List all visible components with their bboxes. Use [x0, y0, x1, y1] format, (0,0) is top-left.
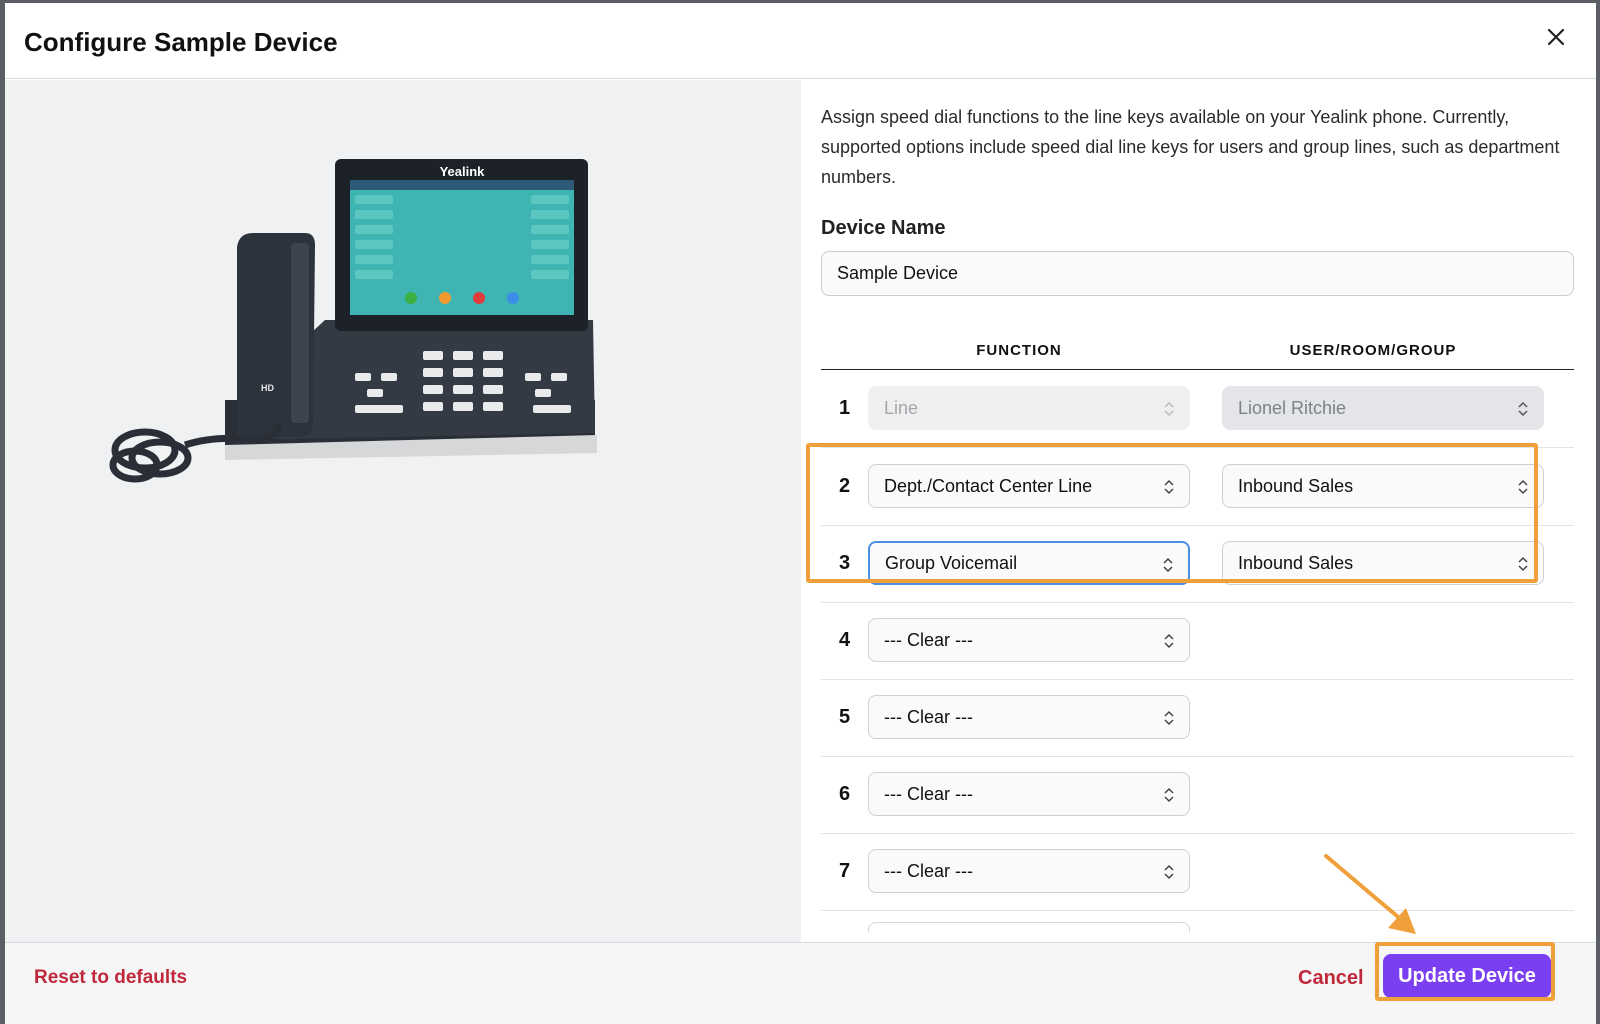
function-select-partial[interactable] — [868, 922, 1190, 932]
chevron-updown-icon — [1164, 401, 1174, 417]
line-key-row: 1 Line Lionel Ritchie — [821, 370, 1574, 448]
user-select-value: Inbound Sales — [1238, 552, 1354, 573]
user-select: Lionel Ritchie — [1222, 386, 1544, 430]
chevron-updown-icon — [1518, 401, 1528, 417]
user-select[interactable]: Inbound Sales — [1222, 541, 1544, 585]
cancel-button[interactable]: Cancel — [1298, 967, 1364, 990]
chevron-updown-icon — [1164, 787, 1174, 803]
function-select-value: --- Clear --- — [884, 706, 973, 727]
function-select[interactable]: --- Clear --- — [868, 618, 1190, 662]
line-key-number: 4 — [839, 629, 851, 651]
desk-phone-image: Yealink HD — [109, 159, 597, 483]
update-device-button[interactable]: Update Device — [1383, 954, 1551, 998]
line-key-row: 7 --- Clear --- — [821, 833, 1574, 911]
phone-preview-pane: Yealink HD — [5, 80, 801, 965]
user-select[interactable]: Inbound Sales — [1222, 464, 1544, 508]
line-key-row: 4 --- Clear --- — [821, 602, 1574, 680]
reset-defaults-button[interactable]: Reset to defaults — [34, 967, 187, 989]
line-key-config-pane: Assign speed dial functions to the line … — [801, 80, 1596, 965]
device-name-label: Device Name — [821, 217, 946, 239]
close-button[interactable] — [1544, 25, 1568, 49]
function-select[interactable]: --- Clear --- — [868, 849, 1190, 893]
line-key-number: 6 — [839, 783, 851, 805]
chevron-updown-icon — [1163, 557, 1173, 573]
chevron-updown-icon — [1518, 479, 1528, 495]
dialog-footer: Reset to defaults Cancel Update Device — [5, 942, 1596, 1024]
function-select-value: Dept./Contact Center Line — [884, 475, 1093, 496]
line-key-row: 2 Dept./Contact Center Line Inbound Sale… — [821, 448, 1574, 526]
chevron-updown-icon — [1518, 556, 1528, 572]
dialog-header: Configure Sample Device — [5, 3, 1596, 79]
line-key-row: 3 Group Voicemail Inbound Sales — [821, 525, 1574, 603]
function-select-value: --- Clear --- — [884, 629, 973, 650]
intro-text: Assign speed dial functions to the line … — [821, 107, 1560, 187]
chevron-updown-icon — [1164, 633, 1174, 649]
function-select[interactable]: --- Clear --- — [868, 772, 1190, 816]
chevron-updown-icon — [1164, 479, 1174, 495]
function-select[interactable]: Group Voicemail — [868, 541, 1190, 585]
function-select-value: --- Clear --- — [884, 860, 973, 881]
user-select-value: Lionel Ritchie — [1238, 397, 1347, 418]
chevron-updown-icon — [1164, 864, 1174, 880]
phone-brand-label: Yealink — [440, 164, 486, 179]
line-key-row: 5 --- Clear --- — [821, 679, 1574, 757]
device-name-input[interactable] — [821, 251, 1574, 296]
function-select-value: Line — [884, 397, 919, 418]
user-select-value: Inbound Sales — [1238, 475, 1354, 496]
line-key-number: 5 — [839, 706, 851, 728]
close-icon — [1547, 28, 1565, 46]
line-key-number: 2 — [839, 475, 851, 497]
function-select-value: --- Clear --- — [884, 783, 973, 804]
configure-device-dialog: Configure Sample Device Yealink HD Assig… — [5, 3, 1596, 1024]
line-key-number: 3 — [839, 552, 851, 574]
line-key-row: 6 --- Clear --- — [821, 756, 1574, 834]
chevron-updown-icon — [1164, 710, 1174, 726]
function-select-value: Group Voicemail — [885, 552, 1018, 573]
line-key-number: 1 — [839, 397, 851, 419]
user-column-header: USER/ROOM/GROUP — [1289, 342, 1457, 359]
function-select[interactable]: Dept./Contact Center Line — [868, 464, 1190, 508]
function-select[interactable]: --- Clear --- — [868, 695, 1190, 739]
function-column-header: FUNCTION — [976, 342, 1062, 359]
line-key-number: 7 — [839, 860, 851, 882]
function-select: Line — [868, 386, 1190, 430]
handset-badge: HD — [261, 383, 274, 393]
dialog-title: Configure Sample Device — [24, 27, 338, 57]
